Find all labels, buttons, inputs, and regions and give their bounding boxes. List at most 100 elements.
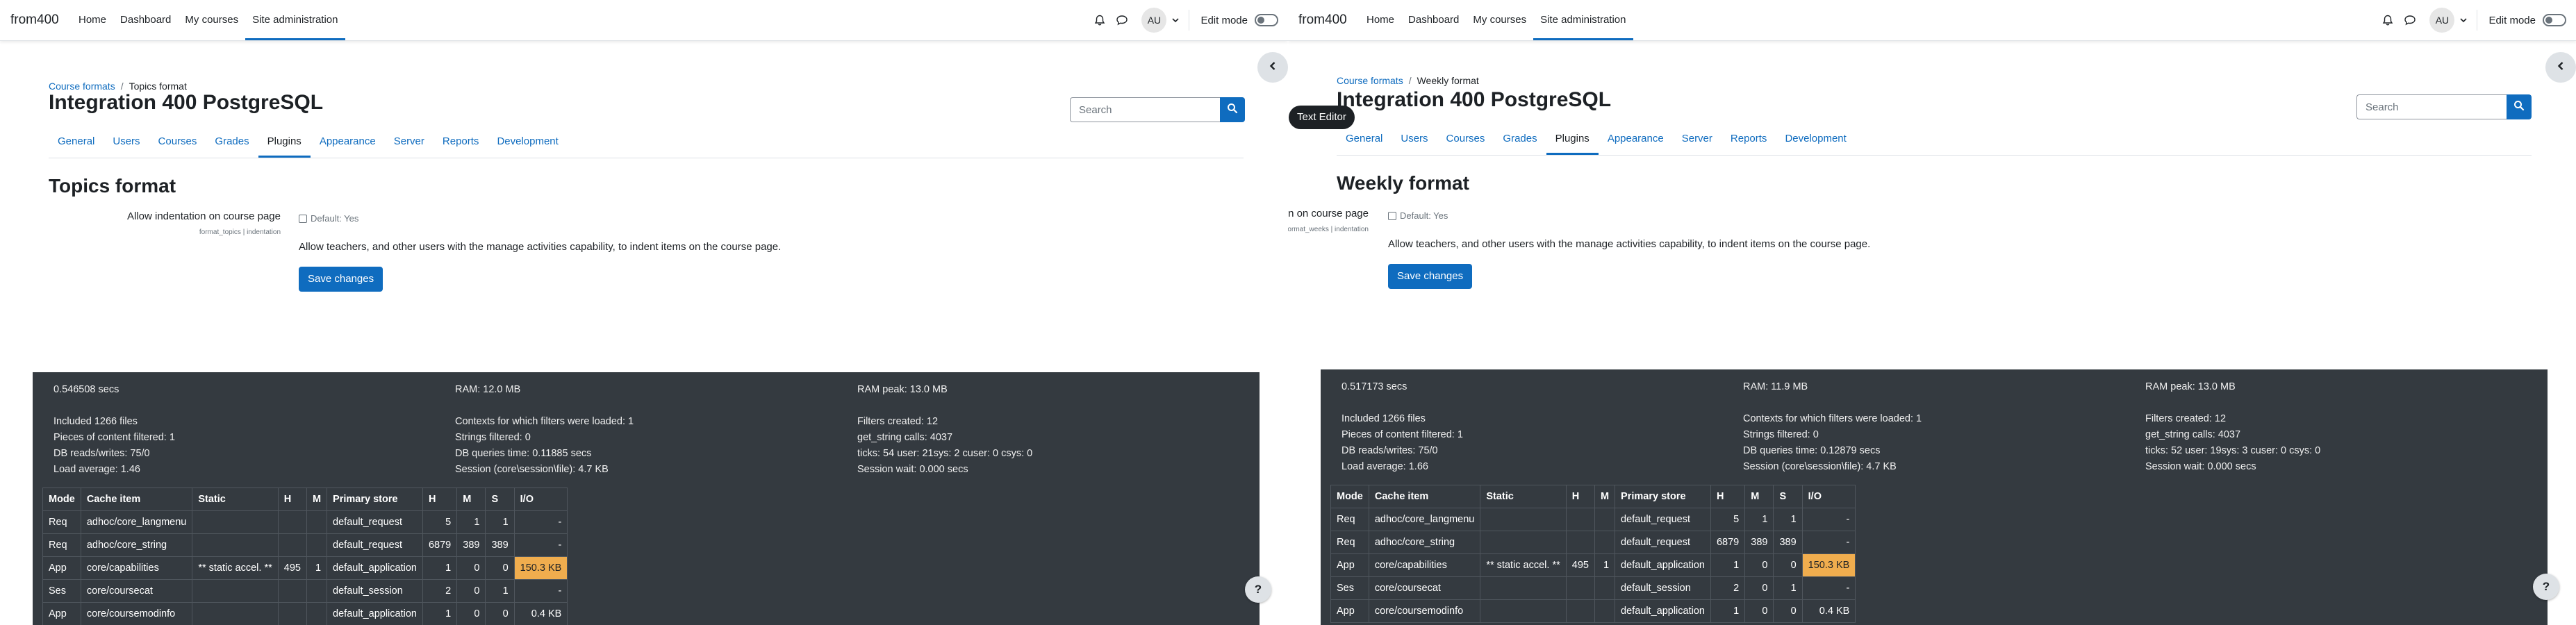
table-cell: core/coursemodinfo	[80, 602, 193, 625]
breadcrumb-course-formats[interactable]: Course formats	[49, 81, 115, 92]
nav-my-courses[interactable]: My courses	[1466, 0, 1533, 40]
tab-users[interactable]: Users	[104, 126, 149, 158]
tab-plugins[interactable]: Plugins	[258, 126, 311, 158]
nav-home[interactable]: Home	[72, 0, 113, 40]
tab-plugins[interactable]: Plugins	[1546, 123, 1599, 155]
table-cell: default_application	[1615, 553, 1711, 577]
search-input[interactable]	[1070, 97, 1220, 122]
help-button[interactable]: ?	[2533, 574, 2559, 600]
edit-mode-label: Edit mode	[2488, 14, 2536, 26]
perf-stat	[1341, 395, 1463, 411]
breadcrumb-course-formats[interactable]: Course formats	[1337, 75, 1403, 86]
perf-stat: RAM: 12.0 MB	[455, 384, 521, 395]
nav-my-courses[interactable]: My courses	[178, 0, 245, 40]
table-cell	[306, 533, 328, 557]
table-cell	[1480, 576, 1567, 600]
table-cell: 0	[1744, 553, 1774, 577]
help-button[interactable]: ?	[1245, 576, 1271, 603]
tab-appearance[interactable]: Appearance	[1599, 123, 1673, 155]
tab-courses[interactable]: Courses	[149, 126, 206, 158]
perf-stat: ticks: 54 user: 21sys: 2 cuser: 0 csys: …	[857, 448, 1033, 459]
edit-mode-label: Edit mode	[1200, 14, 1248, 26]
nav-home[interactable]: Home	[1360, 0, 1401, 40]
tab-development[interactable]: Development	[1776, 123, 1855, 155]
tab-users[interactable]: Users	[1392, 123, 1437, 155]
chat-icon[interactable]	[2400, 10, 2420, 30]
setting-default: Default: Yes	[1400, 210, 1448, 221]
avatar[interactable]: AU	[2429, 8, 2455, 33]
table-cell: -	[513, 533, 568, 557]
breadcrumb: Course formats / Topics format	[49, 81, 187, 92]
table-cell: 6879	[1710, 531, 1746, 554]
tab-appearance[interactable]: Appearance	[311, 126, 385, 158]
nav-site-administration[interactable]: Site administration	[245, 0, 345, 40]
table-cell	[306, 602, 328, 625]
save-changes-button[interactable]: Save changes	[1388, 264, 1473, 289]
search-input[interactable]	[2356, 94, 2507, 119]
table-cell: App	[1330, 553, 1369, 577]
site-brand[interactable]: from400	[1298, 12, 1347, 28]
avatar[interactable]: AU	[1141, 8, 1167, 33]
tab-grades[interactable]: Grades	[1494, 123, 1546, 155]
tab-courses[interactable]: Courses	[1437, 123, 1494, 155]
perf-stat: Filters created: 12	[857, 416, 939, 427]
perf-stat: 0.546508 secs	[53, 384, 119, 395]
table-cell: 1	[1594, 553, 1616, 577]
bell-icon[interactable]	[2378, 10, 2397, 30]
search-button[interactable]	[1220, 97, 1245, 122]
table-cell: 495	[277, 556, 307, 580]
site-brand[interactable]: from400	[10, 12, 59, 28]
tab-reports[interactable]: Reports	[434, 126, 488, 158]
edit-mode-toggle[interactable]	[2543, 14, 2566, 26]
indentation-setting: Default: Yes	[299, 213, 358, 224]
search-button[interactable]	[2507, 94, 2532, 119]
top-navbar: from400 Home Dashboard My courses Site a…	[0, 0, 1288, 41]
column-header: Cache item	[1368, 485, 1481, 508]
table-cell: 0	[456, 602, 486, 625]
chevron-down-icon[interactable]	[1172, 14, 1180, 26]
setting-default: Default: Yes	[311, 213, 359, 224]
save-changes-button[interactable]: Save changes	[299, 267, 383, 292]
edit-mode-toggle[interactable]	[1255, 14, 1278, 26]
table-header-row: Mode Cache item Static H M Primary store…	[1330, 485, 1856, 508]
browser-pane: from400 Home Dashboard My courses Site a…	[1288, 0, 2576, 625]
table-row: Req adhoc/core_string default_request 6879 3…	[42, 533, 568, 557]
chat-icon[interactable]	[1112, 10, 1132, 30]
table-cell: 6879	[422, 533, 458, 557]
perf-column-2: RAM: 12.0 MB Contexts for which filters …	[455, 382, 634, 478]
indentation-checkbox[interactable]	[1388, 211, 1396, 220]
perf-stat: Session wait: 0.000 secs	[2145, 461, 2256, 472]
table-cell: -	[513, 579, 568, 603]
tab-development[interactable]: Development	[488, 126, 567, 158]
table-row: Ses core/coursecat default_session 2 0 1-	[1330, 576, 1856, 600]
tab-general[interactable]: General	[49, 126, 104, 158]
nav-site-administration[interactable]: Site administration	[1533, 0, 1633, 40]
table-row: App core/coursemodinfo default_application…	[42, 602, 568, 625]
block-drawer-toggle[interactable]	[1257, 52, 1288, 83]
block-drawer-toggle[interactable]	[2545, 52, 2576, 83]
tab-reports[interactable]: Reports	[1722, 123, 1776, 155]
page-title: Integration 400 PostgreSQL	[49, 91, 324, 114]
performance-footer: 0.546508 secs Included 1266 files Pieces…	[33, 372, 1260, 625]
perf-stat: Included 1266 files	[53, 416, 138, 427]
table-cell: 150.3 KB	[1801, 553, 1856, 577]
indentation-checkbox[interactable]	[299, 214, 307, 223]
table-cell: -	[1801, 576, 1856, 600]
navbar-user-area: AU Edit mode	[2375, 0, 2566, 40]
perf-stat: DB reads/writes: 75/0	[1341, 445, 1438, 456]
perf-stat: 0.517173 secs	[1341, 381, 1407, 392]
column-header: Mode	[42, 488, 81, 511]
table-row: App core/capabilities ** static accel. ** 4…	[42, 556, 568, 580]
table-cell: 495	[1565, 553, 1595, 577]
tab-server[interactable]: Server	[385, 126, 434, 158]
tab-server[interactable]: Server	[1673, 123, 1722, 155]
perf-stat	[857, 398, 1032, 414]
tab-grades[interactable]: Grades	[206, 126, 258, 158]
nav-dashboard[interactable]: Dashboard	[113, 0, 178, 40]
table-cell: 2	[422, 579, 458, 603]
nav-dashboard[interactable]: Dashboard	[1401, 0, 1466, 40]
chevron-down-icon[interactable]	[2460, 14, 2468, 26]
perf-stat: DB queries time: 0.11885 secs	[455, 448, 592, 459]
bell-icon[interactable]	[1090, 10, 1109, 30]
table-cell: 0	[485, 556, 515, 580]
